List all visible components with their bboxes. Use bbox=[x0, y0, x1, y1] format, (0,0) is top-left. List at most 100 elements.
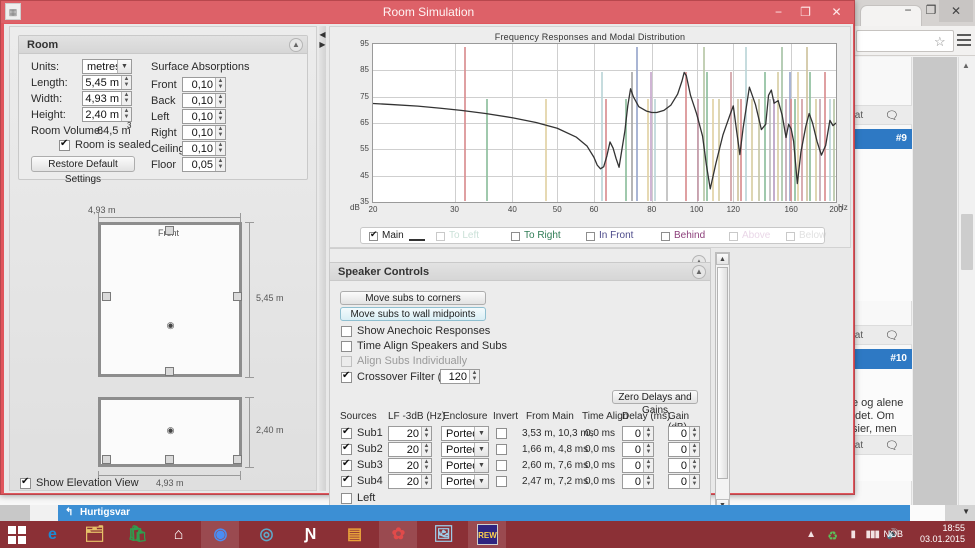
taskbar-icon-picasa[interactable]: ✿ bbox=[388, 524, 409, 545]
quote-icon[interactable]: 🗨 bbox=[885, 439, 899, 452]
scroll-up-icon[interactable]: ▲ bbox=[962, 61, 970, 70]
move-subs-to-wall-midpoints-button[interactable]: Move subs to wall midpoints bbox=[340, 307, 486, 321]
lf-input-sub1[interactable]: 20 ▲ ▼ bbox=[388, 426, 432, 441]
taskbar-icon-media-player[interactable]: ◎ bbox=[256, 524, 277, 545]
page-scrollbar[interactable]: ▲ bbox=[958, 57, 975, 505]
chevron-down-icon[interactable]: ▼ bbox=[474, 427, 488, 440]
gain-stepper[interactable]: ▲ ▼ bbox=[689, 427, 699, 440]
speaker-controls-collapse-icon[interactable]: ▲ bbox=[692, 265, 706, 279]
gain-input-sub2[interactable]: 0 ▲ ▼ bbox=[668, 442, 700, 457]
taskbar-icon-windows-store[interactable]: 🛍 bbox=[127, 524, 148, 545]
quick-reply-bar[interactable]: ↰ Hurtigsvar bbox=[58, 505, 910, 521]
enclosure-select-sub1[interactable]: Ported ▼ bbox=[441, 426, 489, 441]
quote-icon[interactable]: 🗨 bbox=[885, 109, 899, 122]
taskbar-icon-notes[interactable]: ▤ bbox=[344, 524, 365, 545]
room-collapse-icon[interactable]: ▲ bbox=[289, 38, 303, 52]
elev-listener-position[interactable]: ◉ bbox=[166, 425, 175, 436]
lf-stepper[interactable]: ▲ ▼ bbox=[421, 443, 431, 456]
delay-input-sub1[interactable]: 0 ▲ ▼ bbox=[622, 426, 654, 441]
chevron-down-icon[interactable]: ▼ bbox=[117, 60, 131, 73]
absorption-stepper-front[interactable]: ▲ ▼ bbox=[215, 78, 225, 91]
restore-default-settings-button[interactable]: Restore Default Settings bbox=[31, 156, 135, 185]
speaker-back[interactable] bbox=[165, 367, 174, 376]
lf-stepper[interactable]: ▲ ▼ bbox=[421, 427, 431, 440]
delay-stepper[interactable]: ▲ ▼ bbox=[643, 427, 653, 440]
elev-speaker-right[interactable] bbox=[233, 455, 242, 464]
room-plan-rect[interactable] bbox=[98, 222, 242, 377]
clock[interactable]: 18:55 03.01.2015 bbox=[920, 523, 965, 545]
taskbar-icon-google-chrome[interactable]: ◉ bbox=[210, 524, 231, 545]
speaker-right[interactable] bbox=[233, 292, 242, 301]
window-close-button[interactable]: ✕ bbox=[823, 1, 850, 23]
gain-stepper[interactable]: ▲ ▼ bbox=[689, 475, 699, 488]
width-stepper[interactable]: ▲ ▼ bbox=[121, 92, 131, 105]
chevron-down-icon[interactable]: ▼ bbox=[474, 459, 488, 472]
lf-input-sub4[interactable]: 20 ▲ ▼ bbox=[388, 474, 432, 489]
gain-input-sub4[interactable]: 0 ▲ ▼ bbox=[668, 474, 700, 489]
enclosure-select-sub3[interactable]: Ported ▼ bbox=[441, 458, 489, 473]
delay-stepper[interactable]: ▲ ▼ bbox=[643, 475, 653, 488]
delay-stepper[interactable]: ▲ ▼ bbox=[643, 459, 653, 472]
absorption-input-right[interactable]: 0,10 ▲ ▼ bbox=[182, 125, 226, 140]
elevation-view-diagram[interactable]: ◉ 2,40 m 4,93 m bbox=[10, 387, 318, 488]
height-input[interactable]: 2,40 m ▲ ▼ bbox=[82, 107, 132, 122]
show-hidden-icons-icon[interactable]: ▲ bbox=[806, 529, 816, 540]
crossover-frequency-input[interactable]: 120 ▲ ▼ bbox=[440, 369, 480, 384]
elev-speaker-left[interactable] bbox=[102, 455, 111, 464]
splitter-collapse-icon[interactable]: ◀ bbox=[319, 30, 326, 39]
absorption-input-front[interactable]: 0,10 ▲ ▼ bbox=[182, 77, 226, 92]
absorption-stepper-right[interactable]: ▲ ▼ bbox=[215, 126, 225, 139]
elev-speaker-center[interactable] bbox=[165, 455, 174, 464]
gain-stepper[interactable]: ▲ ▼ bbox=[689, 459, 699, 472]
length-stepper[interactable]: ▲ ▼ bbox=[121, 76, 131, 89]
start-button-windows-logo-icon[interactable] bbox=[8, 526, 27, 544]
scrollbar-thumb[interactable] bbox=[961, 214, 973, 270]
taskbar-icon-file-explorer[interactable]: 🗂 bbox=[84, 524, 105, 545]
plan-view-diagram[interactable]: 4,93 m Front ◉ 5,45 m bbox=[10, 187, 318, 382]
window-titlebar[interactable]: ▦ Room Simulation − ❐ ✕ bbox=[1, 1, 854, 23]
lf-input-sub2[interactable]: 20 ▲ ▼ bbox=[388, 442, 432, 457]
absorption-input-left[interactable]: 0,10 ▲ ▼ bbox=[182, 109, 226, 124]
gain-input-sub3[interactable]: 0 ▲ ▼ bbox=[668, 458, 700, 473]
width-input[interactable]: 4,93 m ▲ ▼ bbox=[82, 91, 132, 106]
length-input[interactable]: 5,45 m ▲ ▼ bbox=[82, 75, 132, 90]
panel-splitter[interactable]: ◀ ▶ bbox=[319, 26, 326, 491]
chevron-down-icon[interactable]: ▼ bbox=[474, 475, 488, 488]
bookmark-star-icon[interactable]: ☆ bbox=[934, 34, 949, 49]
scroll-up-icon[interactable]: ▲ bbox=[716, 253, 729, 265]
browser-menu-icon[interactable] bbox=[957, 34, 971, 46]
taskbar-icon-internet-explorer[interactable]: e bbox=[42, 524, 63, 545]
network-signal-icon[interactable]: ▮▮▮ bbox=[865, 529, 879, 540]
zero-delays-and-gains-button[interactable]: Zero Delays and Gains bbox=[612, 390, 698, 416]
browser-close-button[interactable]: ✕ bbox=[939, 0, 973, 22]
lf-input-sub3[interactable]: 20 ▲ ▼ bbox=[388, 458, 432, 473]
lf-stepper[interactable]: ▲ ▼ bbox=[421, 475, 431, 488]
battery-icon[interactable]: ▮ bbox=[850, 529, 856, 540]
taskbar-icon-nero[interactable]: Ɲ bbox=[300, 524, 321, 545]
safely-remove-icon[interactable]: ♻ bbox=[827, 529, 838, 543]
speaker-left[interactable] bbox=[102, 292, 111, 301]
absorption-input-floor[interactable]: 0,05 ▲ ▼ bbox=[182, 157, 226, 172]
taskbar-icon-rew[interactable]: REW bbox=[477, 524, 498, 545]
absorption-stepper-floor[interactable]: ▲ ▼ bbox=[215, 158, 225, 171]
quote-icon[interactable]: 🗨 bbox=[885, 329, 899, 342]
address-bar[interactable]: ☆ bbox=[856, 30, 954, 52]
splitter-expand-icon[interactable]: ▶ bbox=[319, 40, 326, 49]
delay-input-sub2[interactable]: 0 ▲ ▼ bbox=[622, 442, 654, 457]
window-maximize-button[interactable]: ❐ bbox=[792, 1, 819, 23]
units-select[interactable]: metres ▼ bbox=[82, 59, 132, 74]
listener-position[interactable]: ◉ bbox=[166, 320, 175, 331]
enclosure-select-sub2[interactable]: Ported ▼ bbox=[441, 442, 489, 457]
window-minimize-button[interactable]: − bbox=[765, 1, 792, 23]
absorption-input-back[interactable]: 0,10 ▲ ▼ bbox=[182, 93, 226, 108]
language-indicator[interactable]: NOB bbox=[883, 529, 903, 539]
crossover-stepper[interactable]: ▲ ▼ bbox=[469, 370, 479, 383]
enclosure-select-sub4[interactable]: Ported ▼ bbox=[441, 474, 489, 489]
move-subs-to-corners-button[interactable]: Move subs to corners bbox=[340, 291, 486, 305]
speaker-front[interactable] bbox=[165, 226, 174, 235]
absorption-input-ceiling[interactable]: 0,10 ▲ ▼ bbox=[182, 141, 226, 156]
gain-stepper[interactable]: ▲ ▼ bbox=[689, 443, 699, 456]
speaker-controls-scrollbar[interactable]: ▲ ▼ bbox=[715, 252, 730, 512]
absorption-stepper-left[interactable]: ▲ ▼ bbox=[215, 110, 225, 123]
lf-stepper[interactable]: ▲ ▼ bbox=[421, 459, 431, 472]
